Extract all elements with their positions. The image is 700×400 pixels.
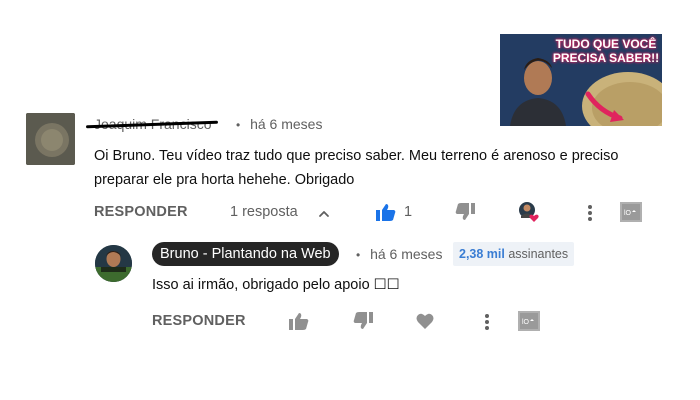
heart-icon[interactable]: [416, 313, 434, 329]
meta-separator: •: [236, 118, 241, 132]
avatar-image: [26, 113, 75, 165]
avatar-image: [95, 245, 132, 282]
thumb-down-icon[interactable]: [455, 203, 475, 221]
svg-text:lO: lO: [624, 210, 632, 217]
translate-icon[interactable]: lO: [620, 202, 642, 222]
video-thumbnail[interactable]: TUDO QUE VOCÊ PRECISA SABER!!: [500, 34, 662, 126]
reply-time[interactable]: • há 6 meses: [356, 246, 442, 262]
translate-icon[interactable]: lO: [518, 311, 540, 331]
avatar[interactable]: [95, 245, 132, 282]
svg-text:lO: lO: [522, 319, 530, 326]
reply-time-text: há 6 meses: [370, 246, 443, 262]
creator-heart[interactable]: [518, 201, 540, 223]
comment-time-text: há 6 meses: [250, 116, 323, 132]
subscriber-badge: 2,38 mil assinantes: [453, 242, 575, 266]
replies-count-label: 1 resposta: [230, 204, 298, 220]
comment-text: Oi Bruno. Teu vídeo traz tudo que precis…: [94, 148, 619, 188]
avatar[interactable]: [26, 113, 75, 165]
more-vert-icon[interactable]: [484, 313, 490, 331]
thumb-up-icon[interactable]: [376, 203, 396, 221]
reply-button[interactable]: RESPONDER: [94, 204, 188, 220]
subscriber-label: assinantes: [508, 247, 569, 261]
reply-author-chip[interactable]: Bruno - Plantando na Web: [152, 242, 339, 266]
thumbnail-title: TUDO QUE VOCÊ PRECISA SABER!!: [552, 37, 660, 65]
comment-time[interactable]: • há 6 meses: [236, 116, 322, 132]
chevron-up-icon[interactable]: [317, 207, 331, 221]
thumb-up-icon[interactable]: [289, 312, 309, 330]
more-vert-icon[interactable]: [587, 204, 593, 222]
meta-separator: •: [356, 248, 361, 262]
subscriber-count: 2,38 mil: [459, 247, 505, 261]
view-replies-button[interactable]: 1 resposta: [230, 204, 298, 220]
reply-text: Isso ai irmão, obrigado pelo apoio ☐☐: [152, 277, 400, 293]
reply-button[interactable]: RESPONDER: [152, 313, 246, 329]
creator-heart-icon: [519, 202, 539, 222]
thumb-down-icon[interactable]: [353, 312, 373, 330]
like-count: 1: [404, 204, 413, 220]
